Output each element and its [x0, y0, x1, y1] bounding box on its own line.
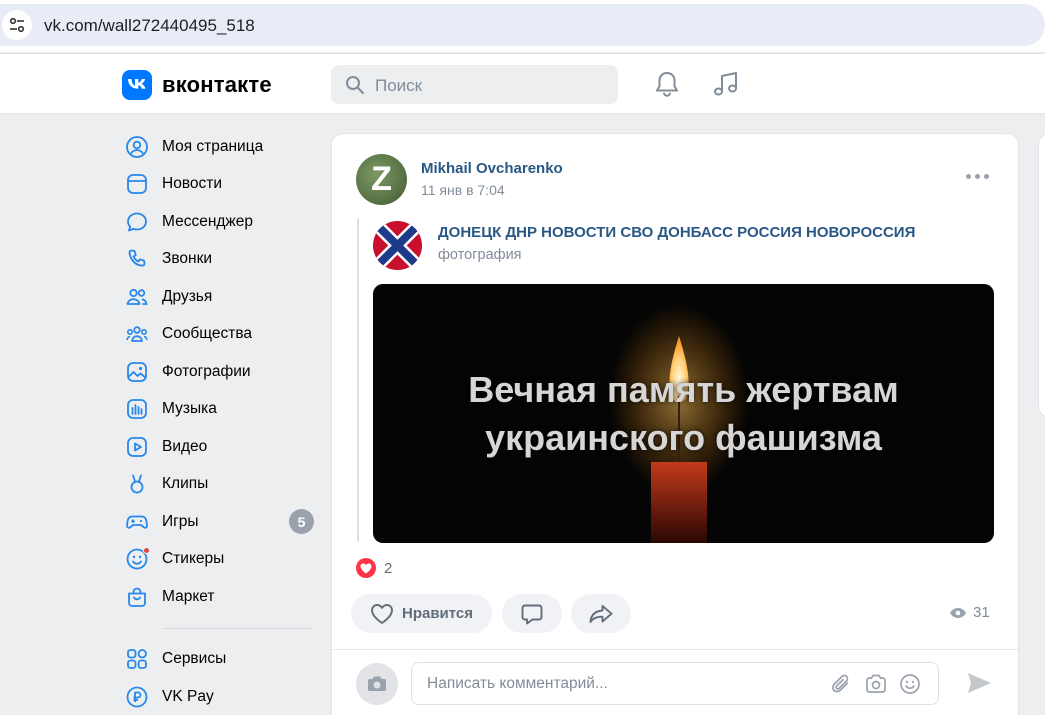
likes-count: 2: [384, 559, 393, 577]
games-icon: [124, 509, 150, 535]
heart-icon: [371, 603, 393, 624]
post-date[interactable]: 11 янв в 7:04: [421, 182, 505, 198]
sidebar-item-label: Друзья: [162, 287, 213, 305]
user-icon: [124, 134, 150, 160]
photo-attach-icon[interactable]: [864, 673, 888, 695]
stickers-icon: [124, 546, 150, 572]
url-text: vk.com/wall272440495_518: [44, 16, 255, 35]
vk-header: вконтакте Поиск: [0, 53, 1045, 114]
author-avatar[interactable]: Z: [356, 154, 407, 205]
photo-caption-line-2: украинского фашизма: [485, 417, 882, 458]
photo-caption-line-1: Вечная память жертвам: [468, 369, 899, 410]
sidebar-item-label: Маркет: [162, 587, 215, 605]
clips-icon: [124, 471, 150, 497]
vk-logo-icon: [122, 70, 152, 100]
music-icon: [124, 396, 150, 422]
left-sidebar: Моя страница Новости Мессенджер Звонки Д…: [122, 128, 322, 715]
music-player-icon[interactable]: [712, 70, 740, 98]
services-icon: [124, 646, 150, 672]
more-options-icon[interactable]: [966, 174, 989, 179]
search-input[interactable]: Поиск: [331, 65, 618, 104]
like-button[interactable]: Нравится: [351, 594, 492, 633]
sidebar-divider: [162, 627, 312, 629]
sidebar-item-games[interactable]: Игры 5: [122, 503, 322, 541]
vk-logo[interactable]: вконтакте: [122, 70, 272, 100]
browser-address-bar: vk.com/wall272440495_518: [0, 0, 1045, 52]
market-icon: [124, 584, 150, 610]
comment-placeholder: Написать комментарий...: [427, 675, 608, 692]
sidebar-item-label: Стикеры: [162, 550, 225, 568]
heart-reaction-icon: [356, 558, 376, 578]
sidebar-item-label: Видео: [162, 437, 208, 455]
sidebar-item-news[interactable]: Новости: [122, 166, 322, 204]
sidebar-item-music[interactable]: Музыка: [122, 391, 322, 429]
current-user-avatar[interactable]: [356, 663, 398, 705]
search-icon: [346, 76, 364, 94]
message-icon: [124, 209, 150, 235]
vkpay-icon: [124, 684, 150, 710]
photo-caption-text: Вечная память жертвам украинского фашизм…: [373, 366, 994, 462]
sidebar-item-label: Игры: [162, 512, 199, 530]
emoji-icon[interactable]: [899, 673, 921, 695]
sidebar-item-photos[interactable]: Фотографии: [122, 353, 322, 391]
group-name-link[interactable]: ДОНЕЦК ДНР НОВОСТИ СВО ДОНБАСС РОССИЯ НО…: [438, 224, 915, 241]
url-field[interactable]: vk.com/wall272440495_518: [0, 4, 1045, 46]
sidebar-item-friends[interactable]: Друзья: [122, 278, 322, 316]
comments-divider: [332, 649, 1018, 650]
communities-icon: [124, 321, 150, 347]
sidebar-item-label: VK Pay: [162, 687, 214, 705]
vk-logo-text: вконтакте: [162, 72, 272, 97]
news-icon: [124, 171, 150, 197]
phone-icon: [124, 246, 150, 272]
share-button[interactable]: [571, 594, 631, 633]
sidebar-item-label: Новости: [162, 175, 223, 193]
sidebar-item-messenger[interactable]: Мессенджер: [122, 203, 322, 241]
search-placeholder: Поиск: [375, 76, 423, 95]
sidebar-item-label: Звонки: [162, 250, 213, 268]
likes-summary[interactable]: 2: [356, 558, 392, 578]
sidebar-item-label: Музыка: [162, 400, 217, 418]
sidebar-item-clips[interactable]: Клипы: [122, 466, 322, 504]
sidebar-item-stickers[interactable]: Стикеры: [122, 541, 322, 579]
sidebar-item-label: Сообщества: [162, 325, 253, 343]
notifications-bell-icon[interactable]: [654, 70, 680, 98]
repost-subtitle: фотография: [438, 247, 522, 263]
avatar-letter: Z: [371, 160, 392, 198]
wall-post: Z Mikhail Ovcharenko 11 янв в 7:04 ДОНЕЦ…: [331, 133, 1019, 715]
post-author-name[interactable]: Mikhail Ovcharenko: [421, 160, 563, 177]
eye-icon: [950, 607, 966, 618]
photo-icon: [124, 359, 150, 385]
like-button-label: Нравится: [401, 605, 474, 622]
sidebar-item-my-page[interactable]: Моя страница: [122, 128, 322, 166]
sidebar-item-label: Мессенджер: [162, 212, 254, 230]
sidebar-item-calls[interactable]: Звонки: [122, 241, 322, 279]
sidebar-item-vk-pay[interactable]: VK Pay: [122, 678, 322, 715]
repost-indicator-line: [357, 218, 359, 542]
sidebar-item-label: Фотографии: [162, 362, 251, 380]
site-settings-icon[interactable]: [2, 10, 32, 40]
sidebar-item-communities[interactable]: Сообщества: [122, 316, 322, 354]
comment-icon: [521, 604, 543, 624]
comment-input[interactable]: Написать комментарий...: [411, 662, 939, 705]
sidebar-item-services[interactable]: Сервисы: [122, 641, 322, 679]
views-counter: 31: [949, 604, 990, 621]
friends-icon: [124, 284, 150, 310]
sidebar-item-video[interactable]: Видео: [122, 428, 322, 466]
views-count: 31: [973, 604, 990, 621]
sidebar-item-label: Сервисы: [162, 650, 227, 668]
share-icon: [589, 604, 613, 623]
comment-button[interactable]: [502, 594, 562, 633]
post-photo[interactable]: Вечная память жертвам украинского фашизм…: [373, 284, 994, 543]
sidebar-item-label: Клипы: [162, 475, 209, 493]
send-icon[interactable]: [966, 671, 992, 695]
sidebar-item-market[interactable]: Маркет: [122, 578, 322, 616]
right-column-card-edge: [1038, 133, 1045, 418]
camera-icon: [368, 676, 386, 691]
attach-icon[interactable]: [830, 673, 852, 695]
games-counter-badge: 5: [289, 509, 314, 534]
group-avatar[interactable]: [373, 221, 422, 270]
video-icon: [124, 434, 150, 460]
sidebar-item-label: Моя страница: [162, 137, 264, 155]
